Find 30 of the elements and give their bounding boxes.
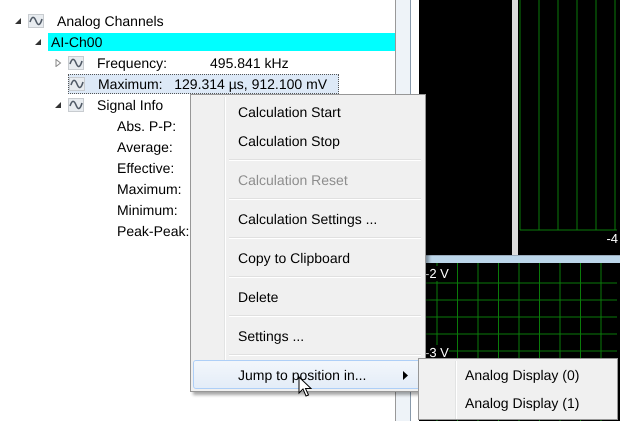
- tree-item[interactable]: Effective:: [114, 158, 178, 176]
- menu-item[interactable]: Calculation Stop: [193, 126, 423, 155]
- axis-label: -2 V: [425, 266, 449, 281]
- tree-item[interactable]: Maximum: 129.314 µs, 912.100 mV: [68, 74, 340, 94]
- tree-item[interactable]: Peak-Peak:: [114, 222, 192, 240]
- expanded-arrow-icon[interactable]: [34, 38, 42, 46]
- menu-item[interactable]: Calculation Settings ...: [193, 204, 423, 233]
- tree-item[interactable]: Minimum:: [114, 200, 181, 218]
- tree-item[interactable]: Signal Info: [94, 96, 166, 114]
- tree-item[interactable]: Average:: [114, 138, 176, 156]
- tree-item[interactable]: Abs. P-P:: [114, 116, 180, 134]
- tree-item[interactable]: AI-Ch00: [48, 32, 395, 50]
- menu-item[interactable]: Analog Display (1): [421, 389, 615, 417]
- menu-item[interactable]: Analog Display (0): [421, 361, 615, 389]
- waveform-icon: [68, 56, 84, 70]
- waveform-icon: [28, 14, 44, 28]
- collapsed-arrow-icon[interactable]: [54, 58, 62, 66]
- menu-item[interactable]: Copy to Clipboard: [193, 243, 423, 272]
- submenu-arrow-icon: [403, 371, 408, 380]
- waveform-icon: [68, 98, 84, 112]
- menu-item[interactable]: Settings ...: [193, 321, 423, 350]
- axis-label: -4: [606, 231, 618, 246]
- waveform-icon: [69, 76, 85, 90]
- menu-item[interactable]: Delete: [193, 282, 423, 311]
- tree-item[interactable]: Maximum:: [114, 180, 185, 198]
- expanded-arrow-icon[interactable]: [14, 16, 22, 24]
- tree-item[interactable]: Frequency: 495.841 kHz: [94, 54, 292, 72]
- tree-item[interactable]: Analog Channels: [54, 12, 167, 30]
- expanded-arrow-icon[interactable]: [54, 100, 62, 108]
- menu-item[interactable]: Calculation Start: [193, 97, 423, 126]
